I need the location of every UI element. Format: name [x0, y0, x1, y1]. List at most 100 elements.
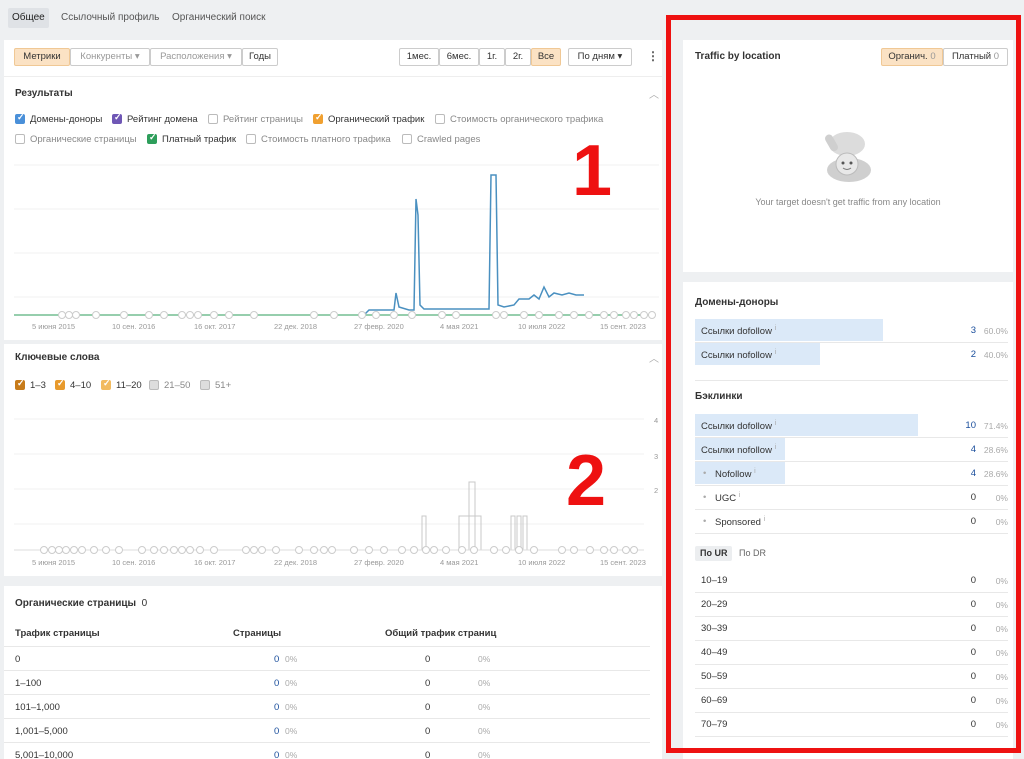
more-menu-icon[interactable]: ⋮	[647, 49, 659, 63]
event-marker[interactable]	[390, 311, 398, 319]
event-marker[interactable]	[630, 311, 638, 319]
cb-kw-51-plus[interactable]: 51+	[200, 378, 231, 392]
event-marker[interactable]	[422, 546, 430, 554]
event-marker[interactable]	[555, 311, 563, 319]
cb-paid-traffic[interactable]: Платный трафик	[147, 132, 236, 146]
row-value[interactable]: 0	[971, 492, 976, 503]
event-marker[interactable]	[310, 311, 318, 319]
cb-paid-cost[interactable]: Стоимость платного трафика	[246, 132, 391, 146]
event-marker[interactable]	[160, 546, 168, 554]
event-marker[interactable]	[310, 546, 318, 554]
event-marker[interactable]	[492, 311, 500, 319]
event-marker[interactable]	[330, 311, 338, 319]
event-marker[interactable]	[570, 311, 578, 319]
pages-cell[interactable]: 0	[274, 726, 279, 737]
event-marker[interactable]	[458, 546, 466, 554]
event-marker[interactable]	[170, 546, 178, 554]
cb-kw-4-10[interactable]: 4–10	[55, 378, 91, 392]
event-marker[interactable]	[535, 311, 543, 319]
event-marker[interactable]	[442, 546, 450, 554]
period-6m[interactable]: 6мес.	[439, 48, 479, 66]
cb-domain-rating[interactable]: Рейтинг домена	[112, 112, 198, 126]
event-marker[interactable]	[622, 546, 630, 554]
cb-crawled-pages[interactable]: Crawled pages	[402, 132, 480, 146]
event-marker[interactable]	[242, 546, 250, 554]
collapse-icon[interactable]: ︿	[649, 86, 659, 101]
period-1y[interactable]: 1г.	[479, 48, 505, 66]
event-marker[interactable]	[210, 546, 218, 554]
pages-cell[interactable]: 0	[274, 678, 279, 689]
event-marker[interactable]	[410, 546, 418, 554]
pages-cell[interactable]: 0	[274, 750, 279, 759]
pages-cell[interactable]: 0	[274, 702, 279, 713]
tab-by-ur[interactable]: По UR	[695, 546, 733, 561]
event-marker[interactable]	[500, 311, 508, 319]
event-marker[interactable]	[178, 311, 186, 319]
event-marker[interactable]	[358, 311, 366, 319]
tab-by-dr[interactable]: По DR	[739, 546, 766, 561]
cb-kw-11-20[interactable]: 11–20	[101, 378, 142, 392]
event-marker[interactable]	[102, 546, 110, 554]
event-marker[interactable]	[570, 546, 578, 554]
period-all[interactable]: Все	[531, 48, 561, 66]
event-marker[interactable]	[350, 546, 358, 554]
event-marker[interactable]	[92, 311, 100, 319]
cb-organic-pages[interactable]: Органические страницы	[15, 132, 137, 146]
event-marker[interactable]	[520, 311, 528, 319]
event-marker[interactable]	[530, 546, 538, 554]
event-marker[interactable]	[380, 546, 388, 554]
tab-organic-search[interactable]: Органический поиск	[172, 8, 265, 28]
event-marker[interactable]	[272, 546, 280, 554]
cb-kw-1-3[interactable]: 1–3	[15, 378, 46, 392]
event-marker[interactable]	[70, 546, 78, 554]
event-marker[interactable]	[586, 546, 594, 554]
event-marker[interactable]	[600, 311, 608, 319]
row-value[interactable]: 4	[971, 468, 976, 479]
event-marker[interactable]	[258, 546, 266, 554]
event-marker[interactable]	[120, 311, 128, 319]
row-value[interactable]: 2	[971, 349, 976, 360]
event-marker[interactable]	[138, 546, 146, 554]
event-marker[interactable]	[150, 546, 158, 554]
event-marker[interactable]	[62, 546, 70, 554]
competitors-dropdown[interactable]: Конкуренты ▾	[70, 48, 150, 66]
cb-kw-21-50[interactable]: 21–50	[149, 378, 190, 392]
event-marker[interactable]	[250, 311, 258, 319]
event-marker[interactable]	[328, 546, 336, 554]
tab-link-profile[interactable]: Ссылочный профиль	[61, 8, 159, 28]
metrics-button[interactable]: Метрики	[14, 48, 70, 66]
tab-general[interactable]: Общее	[8, 8, 49, 28]
event-marker[interactable]	[610, 546, 618, 554]
event-marker[interactable]	[452, 311, 460, 319]
event-marker[interactable]	[648, 311, 656, 319]
period-2y[interactable]: 2г.	[505, 48, 531, 66]
event-marker[interactable]	[430, 546, 438, 554]
event-marker[interactable]	[250, 546, 258, 554]
event-marker[interactable]	[408, 311, 416, 319]
event-marker[interactable]	[600, 546, 608, 554]
event-marker[interactable]	[65, 311, 73, 319]
pages-cell[interactable]: 0	[274, 654, 279, 665]
event-marker[interactable]	[640, 311, 648, 319]
event-marker[interactable]	[490, 546, 498, 554]
collapse-icon[interactable]: ︿	[649, 350, 659, 365]
row-value[interactable]: 4	[971, 444, 976, 455]
event-marker[interactable]	[160, 311, 168, 319]
event-marker[interactable]	[610, 311, 618, 319]
event-marker[interactable]	[186, 311, 194, 319]
event-marker[interactable]	[372, 311, 380, 319]
event-marker[interactable]	[115, 546, 123, 554]
event-marker[interactable]	[72, 311, 80, 319]
event-marker[interactable]	[630, 546, 638, 554]
event-marker[interactable]	[558, 546, 566, 554]
event-marker[interactable]	[55, 546, 63, 554]
event-marker[interactable]	[145, 311, 153, 319]
event-marker[interactable]	[515, 546, 523, 554]
event-marker[interactable]	[194, 311, 202, 319]
cb-page-rating[interactable]: Рейтинг страницы	[208, 112, 303, 126]
event-marker[interactable]	[585, 311, 593, 319]
row-value[interactable]: 3	[971, 325, 976, 336]
event-marker[interactable]	[398, 546, 406, 554]
row-value[interactable]: 0	[971, 516, 976, 527]
event-marker[interactable]	[48, 546, 56, 554]
